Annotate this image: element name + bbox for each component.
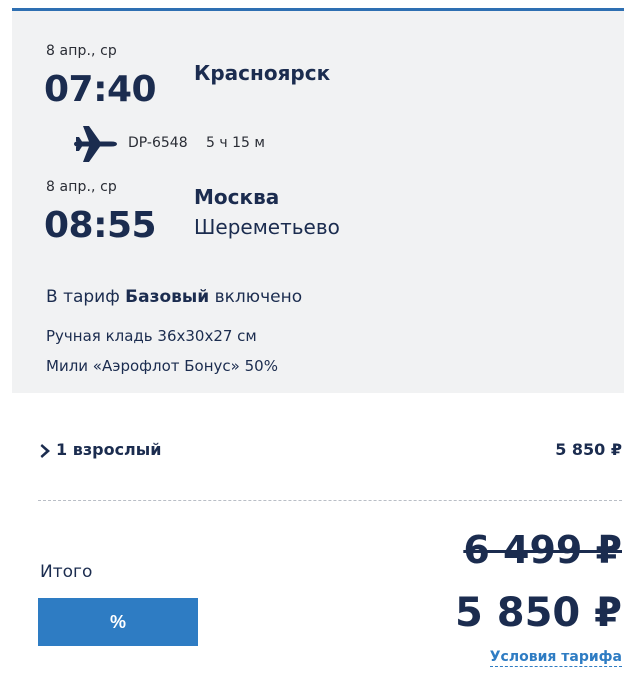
arrival-date: 8 апр., ср: [46, 179, 117, 195]
booking-summary: 8 апр., ср 07:40 Красноярск DP-6548 5 ч …: [0, 0, 638, 685]
arrival-airport: Шереметьево: [194, 215, 340, 239]
airplane-icon: [74, 126, 117, 162]
departure-date: 8 апр., ср: [46, 43, 117, 59]
perk-miles: Мили «Аэрофлот Бонус» 50%: [46, 357, 278, 375]
tariff-prefix: В тариф: [46, 287, 120, 307]
old-price: 6 499 ₽: [463, 528, 622, 572]
passengers-label[interactable]: 1 взрослый: [56, 440, 161, 459]
tariff-included: В тариф Базовый включено: [46, 287, 302, 307]
flight-card: 8 апр., ср 07:40 Красноярск DP-6548 5 ч …: [12, 8, 624, 393]
dashed-divider: [38, 500, 622, 501]
departure-city: Красноярск: [194, 61, 331, 85]
tariff-name: Базовый: [125, 287, 210, 307]
flight-duration: 5 ч 15 м: [206, 135, 265, 151]
total-price: 5 850 ₽: [454, 590, 622, 636]
tariff-suffix: включено: [214, 287, 303, 307]
total-label: Итого: [40, 562, 93, 582]
perk-hand-luggage: Ручная кладь 36x30x27 см: [46, 327, 257, 345]
departure-time: 07:40: [44, 69, 157, 110]
flight-number: DP-6548: [128, 135, 188, 151]
fare-conditions-link[interactable]: Условия тарифа: [489, 648, 622, 667]
passengers-row[interactable]: 1 взрослый 5 850 ₽: [40, 440, 624, 464]
chevron-right-icon[interactable]: [40, 443, 52, 459]
arrival-time: 08:55: [44, 205, 157, 246]
arrival-city: Москва: [194, 185, 280, 209]
passengers-price: 5 850 ₽: [555, 440, 622, 459]
discount-button[interactable]: %: [38, 598, 198, 646]
